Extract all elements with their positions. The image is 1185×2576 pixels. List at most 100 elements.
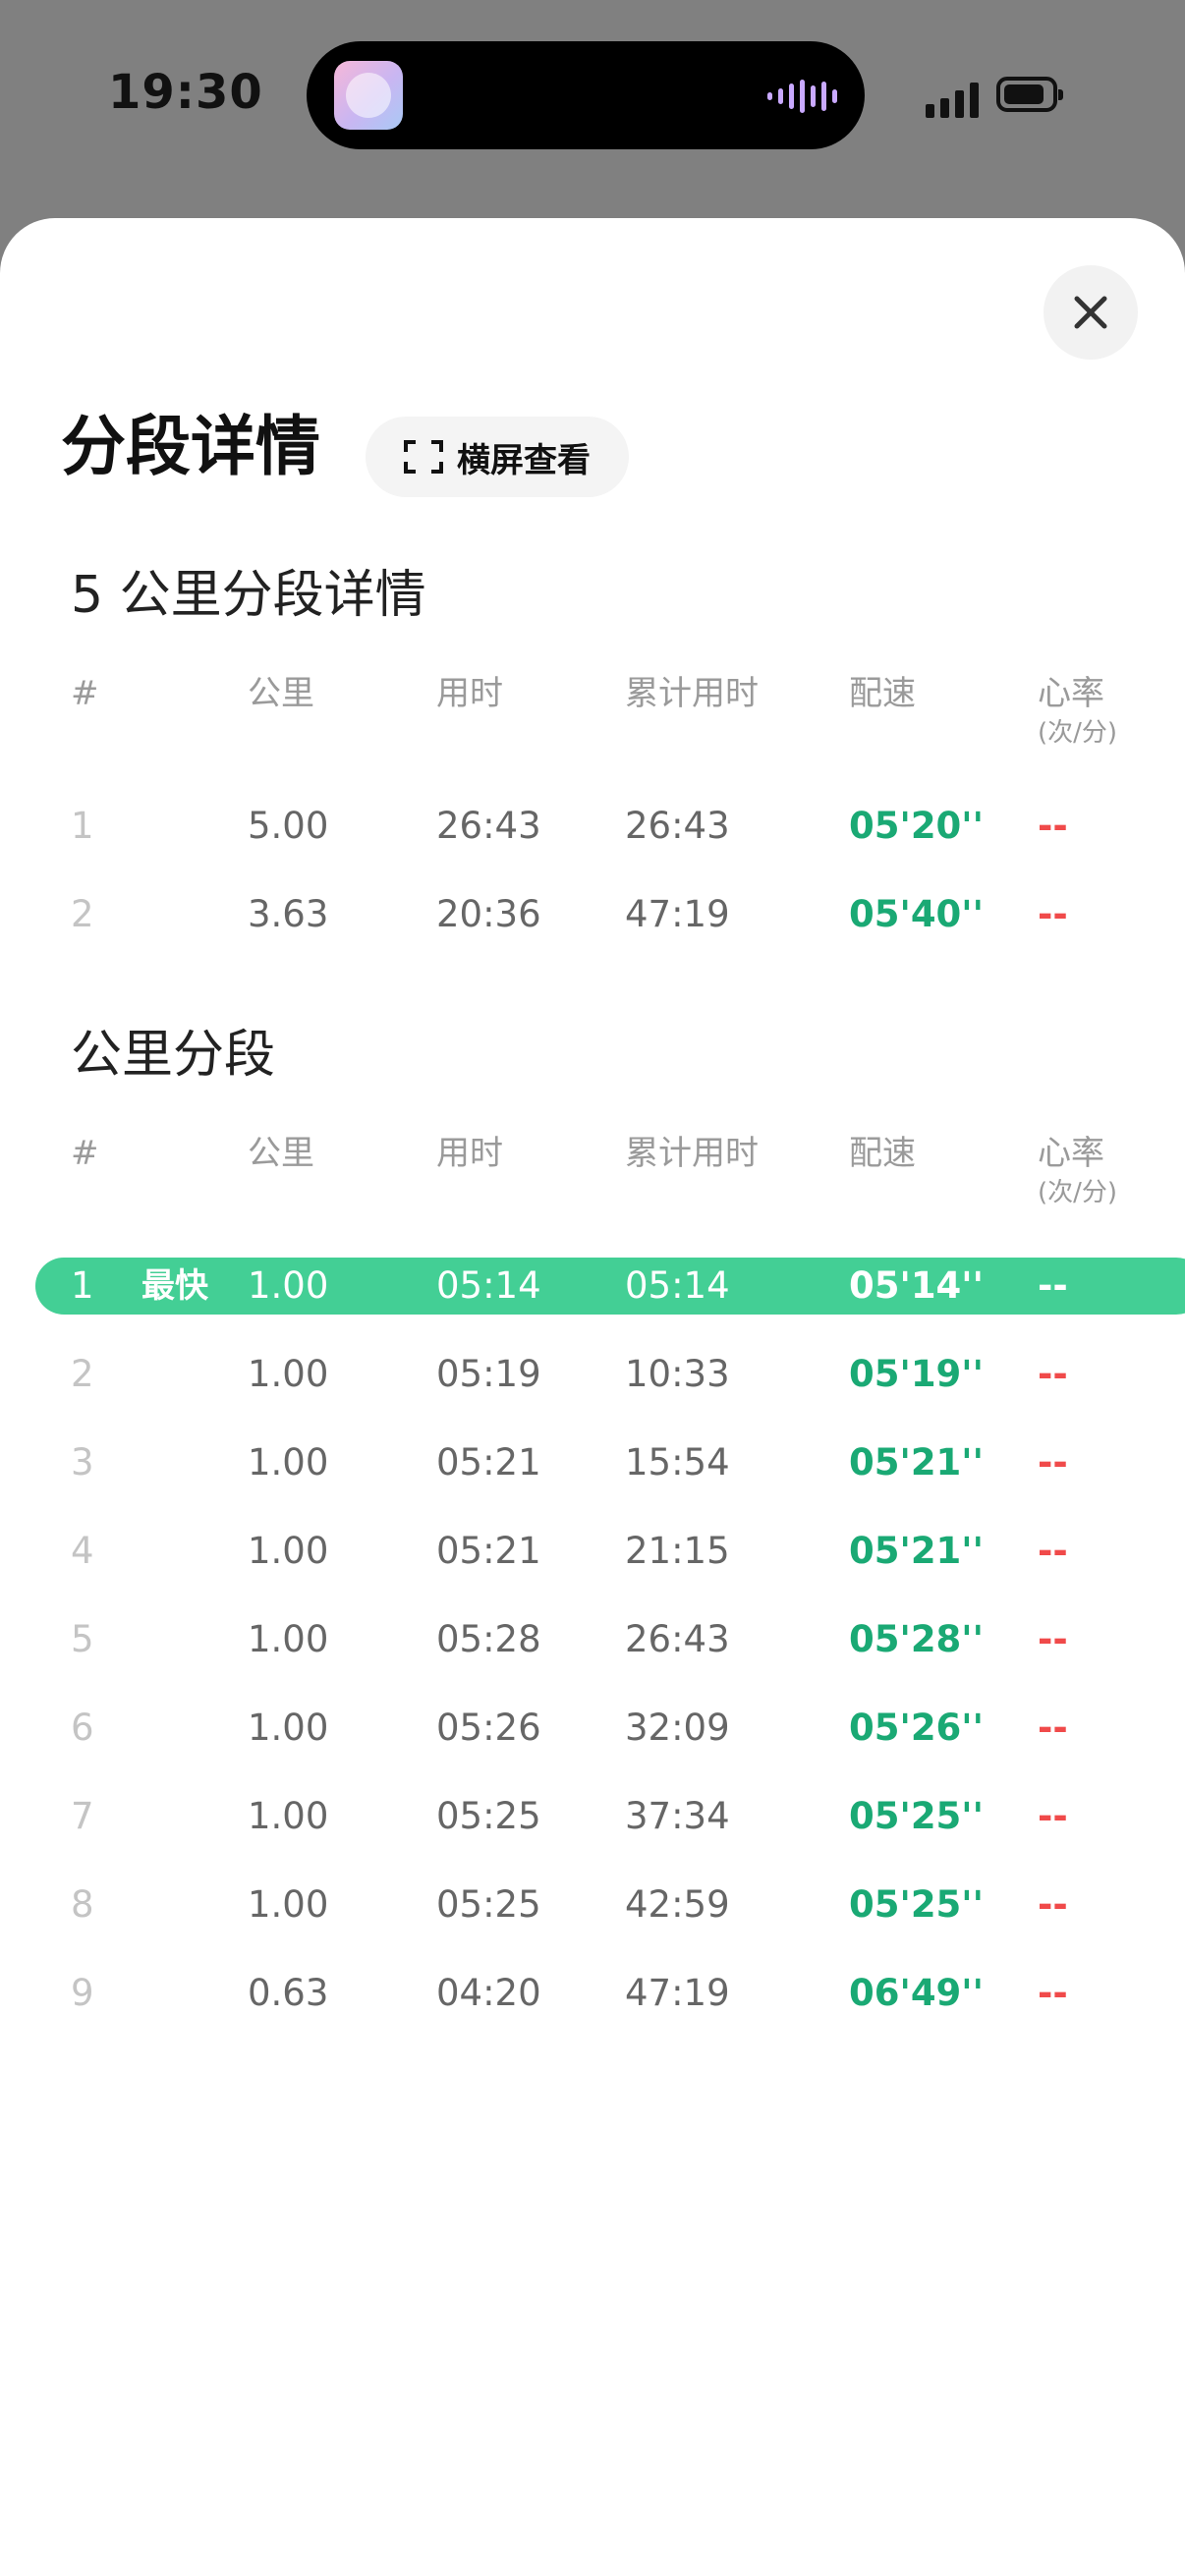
- cell-km: 1.00: [248, 1618, 329, 1660]
- cell-km: 1.00: [248, 1264, 329, 1307]
- cell-cumulative: 47:19: [625, 893, 730, 935]
- page-title: 分段详情: [61, 409, 320, 484]
- cell-index: 4: [71, 1530, 94, 1572]
- table-row: 8 1.00 05:25 42:59 05'25'' --: [0, 1861, 1185, 1949]
- app-thumbnail-icon: [334, 61, 403, 130]
- cell-index: 2: [71, 1353, 94, 1395]
- cell-km: 1.00: [248, 1353, 329, 1395]
- cell-cumulative: 26:43: [625, 1618, 730, 1660]
- table-body: 1 5.00 26:43 26:43 05'20'' -- 2 3.63 20:…: [0, 782, 1185, 959]
- cell-time: 05:25: [436, 1795, 541, 1837]
- col-hr-unit: (次/分): [1038, 1177, 1118, 1207]
- cell-index: 1: [71, 805, 94, 847]
- table-km: # 公里 用时 累计用时 配速 心率 (次/分) 1 最快 1.00 05:14…: [0, 1134, 1185, 2038]
- cell-km: 1.00: [248, 1795, 329, 1837]
- col-time: 用时: [436, 1134, 503, 1173]
- cell-hr: --: [1038, 1618, 1068, 1660]
- cell-cumulative: 47:19: [625, 1972, 730, 2014]
- cell-time: 04:20: [436, 1972, 541, 2014]
- cell-time: 05:19: [436, 1353, 541, 1395]
- fullscreen-icon: [404, 440, 443, 474]
- table-row: 2 3.63 20:36 47:19 05'40'' --: [0, 870, 1185, 959]
- table-row-fastest: 1 最快 1.00 05:14 05:14 05'14'' --: [0, 1242, 1185, 1330]
- col-cumulative: 累计用时: [625, 1134, 759, 1173]
- cell-hr: --: [1038, 1795, 1068, 1837]
- cell-pace: 05'25'': [849, 1795, 984, 1837]
- cell-cumulative: 32:09: [625, 1707, 730, 1749]
- cell-km: 1.00: [248, 1441, 329, 1484]
- cell-pace: 05'40'': [849, 893, 984, 935]
- cell-hr: --: [1038, 1530, 1068, 1572]
- cell-km: 3.63: [248, 893, 329, 935]
- cell-hr: --: [1038, 1264, 1068, 1307]
- dynamic-island[interactable]: [307, 41, 865, 149]
- col-hr-label: 心率: [1038, 674, 1104, 713]
- close-icon: [1074, 296, 1107, 329]
- cell-time: 05:21: [436, 1530, 541, 1572]
- cell-km: 0.63: [248, 1972, 329, 2014]
- splits-sheet: 分段详情 横屏查看 5 公里分段详情 # 公里 用时 累计用时 配速 心率 (次…: [0, 218, 1185, 2576]
- col-km: 公里: [248, 674, 314, 713]
- table-row: 9 0.63 04:20 47:19 06'49'' --: [0, 1949, 1185, 2038]
- table-row: 4 1.00 05:21 21:15 05'21'' --: [0, 1507, 1185, 1596]
- cell-cumulative: 05:14: [625, 1264, 730, 1307]
- cell-hr: --: [1038, 1707, 1068, 1749]
- cell-pace: 05'28'': [849, 1618, 984, 1660]
- cell-hr: --: [1038, 1353, 1068, 1395]
- cell-cumulative: 37:34: [625, 1795, 730, 1837]
- cell-pace: 06'49'': [849, 1972, 984, 2014]
- cell-index: 1: [71, 1264, 94, 1307]
- landscape-view-button[interactable]: 横屏查看: [366, 417, 629, 497]
- cell-cumulative: 42:59: [625, 1883, 730, 1926]
- status-bar: 19:30: [0, 0, 1185, 196]
- col-time: 用时: [436, 674, 503, 713]
- cell-hr: --: [1038, 805, 1068, 847]
- cell-pace: 05'26'': [849, 1707, 984, 1749]
- table-row: 7 1.00 05:25 37:34 05'25'' --: [0, 1772, 1185, 1861]
- cell-index: 7: [71, 1795, 94, 1837]
- col-hr: 心率 (次/分): [1038, 674, 1117, 749]
- cell-index: 6: [71, 1707, 94, 1749]
- cell-cumulative: 26:43: [625, 805, 730, 847]
- section-title-5km: 5 公里分段详情: [71, 566, 426, 625]
- battery-icon: [996, 77, 1063, 112]
- col-hr: 心率 (次/分): [1038, 1134, 1117, 1208]
- cell-index: 5: [71, 1618, 94, 1660]
- cell-index: 8: [71, 1883, 94, 1926]
- col-pace: 配速: [849, 674, 916, 713]
- fastest-badge: 最快: [141, 1266, 208, 1306]
- cell-time: 05:21: [436, 1441, 541, 1484]
- cell-cumulative: 15:54: [625, 1441, 730, 1484]
- cell-pace: 05'25'': [849, 1883, 984, 1926]
- col-hr-unit: (次/分): [1038, 717, 1118, 748]
- table-body: 1 最快 1.00 05:14 05:14 05'14'' -- 2 1.00 …: [0, 1242, 1185, 2038]
- table-row: 1 5.00 26:43 26:43 05'20'' --: [0, 782, 1185, 870]
- col-pace: 配速: [849, 1134, 916, 1173]
- cell-km: 1.00: [248, 1530, 329, 1572]
- cell-time: 05:14: [436, 1264, 541, 1307]
- cell-pace: 05'20'': [849, 805, 984, 847]
- cell-time: 05:26: [436, 1707, 541, 1749]
- cell-pace: 05'14'': [849, 1264, 984, 1307]
- cell-cumulative: 21:15: [625, 1530, 730, 1572]
- cell-hr: --: [1038, 1883, 1068, 1926]
- cell-pace: 05'21'': [849, 1530, 984, 1572]
- status-time: 19:30: [108, 65, 263, 120]
- close-button[interactable]: [1044, 265, 1138, 360]
- col-hr-label: 心率: [1038, 1134, 1104, 1173]
- col-km: 公里: [248, 1134, 314, 1173]
- table-header: # 公里 用时 累计用时 配速 心率 (次/分): [0, 674, 1185, 782]
- cell-hr: --: [1038, 1441, 1068, 1484]
- cell-km: 1.00: [248, 1707, 329, 1749]
- table-5km: # 公里 用时 累计用时 配速 心率 (次/分) 1 5.00 26:43 26…: [0, 674, 1185, 959]
- col-index: #: [71, 674, 99, 713]
- cell-time: 05:25: [436, 1883, 541, 1926]
- cell-index: 9: [71, 1972, 94, 2014]
- cell-index: 3: [71, 1441, 94, 1484]
- table-row: 3 1.00 05:21 15:54 05'21'' --: [0, 1419, 1185, 1507]
- section-title-km: 公里分段: [71, 1026, 276, 1085]
- cell-time: 05:28: [436, 1618, 541, 1660]
- cell-index: 2: [71, 893, 94, 935]
- cell-hr: --: [1038, 1972, 1068, 2014]
- table-row: 2 1.00 05:19 10:33 05'19'' --: [0, 1330, 1185, 1419]
